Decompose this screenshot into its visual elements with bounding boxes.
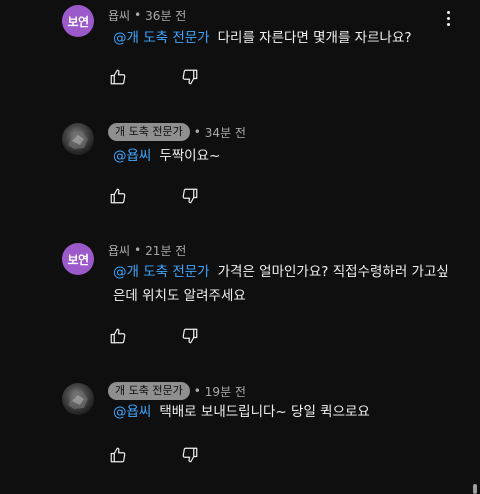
avatar[interactable]: 보연 <box>62 5 94 37</box>
profile-photo-icon <box>68 391 88 409</box>
avatar-initials: 보연 <box>67 14 89 29</box>
comment-meta: 개 도축 전문가 • 34분 전 <box>108 122 246 142</box>
comment-actions <box>108 186 200 206</box>
thumbs-down-icon <box>182 69 198 85</box>
comment-item: 개 도축 전문가 • 34분 전 @욥씨 두짝이요~ <box>0 120 480 238</box>
comment-time[interactable]: 36분 전 <box>145 7 186 24</box>
like-button[interactable] <box>108 67 128 87</box>
comment-actions <box>108 326 200 346</box>
mention-link[interactable]: @개 도축 전문가 <box>113 264 210 280</box>
thumbs-up-icon <box>110 69 126 85</box>
meta-separator: • <box>193 384 201 398</box>
meta-separator: • <box>134 243 142 257</box>
avatar[interactable] <box>62 383 94 415</box>
comment-text: @개 도축 전문가 다리를 자른다면 몇개를 자르나요? <box>113 26 453 50</box>
dislike-button[interactable] <box>180 67 200 87</box>
mention-link[interactable]: @개 도축 전문가 <box>113 30 210 46</box>
scrollbar[interactable] <box>473 484 477 494</box>
comment-meta: 개 도축 전문가 • 19분 전 <box>108 381 246 401</box>
dislike-button[interactable] <box>180 186 200 206</box>
dislike-button[interactable] <box>180 445 200 465</box>
thumbs-down-icon <box>182 188 198 204</box>
comment-time[interactable]: 19분 전 <box>205 383 246 400</box>
comment-meta: 욥씨 • 36분 전 <box>108 6 186 24</box>
thumbs-up-icon <box>110 447 126 463</box>
comment-text: @욥씨 택배로 보내드립니다~ 당일 퀵으로요 <box>113 400 453 424</box>
thumbs-up-icon <box>110 328 126 344</box>
comment-meta: 욥씨 • 21분 전 <box>108 241 186 259</box>
comment-item: 보연 욥씨 • 21분 전 @개 도축 전문가 가격은 얼마인가요? 직접수령하러… <box>0 240 480 380</box>
comment-body: 다리를 자른다면 몇개를 자르나요? <box>217 30 412 46</box>
comment-actions <box>108 445 200 465</box>
more-actions-button[interactable] <box>438 8 458 28</box>
thumbs-up-icon <box>110 188 126 204</box>
comment-time[interactable]: 34분 전 <box>205 124 246 141</box>
avatar[interactable] <box>62 123 94 155</box>
comment-time[interactable]: 21분 전 <box>145 242 186 259</box>
like-button[interactable] <box>108 186 128 206</box>
author-name[interactable]: 욥씨 <box>108 7 130 24</box>
mention-link[interactable]: @욥씨 <box>113 404 151 420</box>
comment-body: 택배로 보내드립니다~ 당일 퀵으로요 <box>159 404 370 420</box>
thumbs-down-icon <box>182 328 198 344</box>
author-name[interactable]: 욥씨 <box>108 242 130 259</box>
thumbs-down-icon <box>182 447 198 463</box>
dislike-button[interactable] <box>180 326 200 346</box>
mention-link[interactable]: @욥씨 <box>113 148 151 164</box>
meta-separator: • <box>134 8 142 22</box>
like-button[interactable] <box>108 445 128 465</box>
channel-owner-badge[interactable]: 개 도축 전문가 <box>108 123 190 141</box>
more-vertical-icon <box>446 10 450 14</box>
avatar[interactable]: 보연 <box>62 243 94 275</box>
comment-item: 개 도축 전문가 • 19분 전 @욥씨 택배로 보내드립니다~ 당일 퀵으로요 <box>0 380 480 494</box>
comment-actions <box>108 67 200 87</box>
comment-body: 두짝이요~ <box>159 148 221 164</box>
avatar-initials: 보연 <box>67 252 89 267</box>
meta-separator: • <box>193 125 201 139</box>
like-button[interactable] <box>108 326 128 346</box>
comment-text: @욥씨 두짝이요~ <box>113 144 453 168</box>
channel-owner-badge[interactable]: 개 도축 전문가 <box>108 382 190 400</box>
profile-photo-icon <box>68 131 88 149</box>
comment-text: @개 도축 전문가 가격은 얼마인가요? 직접수령하러 가고싶은데 위치도 알려주… <box>113 260 453 308</box>
comment-item: 보연 욥씨 • 36분 전 @개 도축 전문가 다리를 자른다면 몇개를 자르나요… <box>0 0 480 118</box>
